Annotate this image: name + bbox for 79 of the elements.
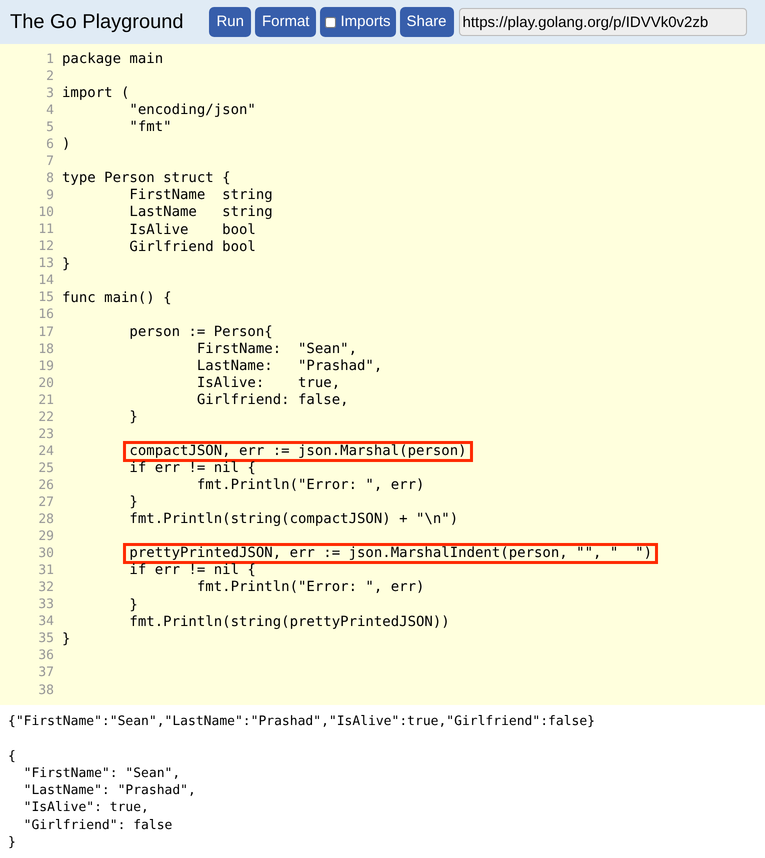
line-number: 12 bbox=[37, 238, 55, 256]
code-editor[interactable] bbox=[0, 44, 765, 705]
code-line: } bbox=[128, 408, 139, 428]
line-number: 23 bbox=[37, 426, 55, 444]
code-line: Girlfriend bool bbox=[128, 238, 257, 257]
line-number: 28 bbox=[37, 511, 55, 530]
output-line: "LastName": "Prashad", bbox=[22, 782, 196, 800]
line-number: 10 bbox=[37, 204, 55, 222]
line-number: 30 bbox=[37, 545, 55, 564]
code-line: person := Person{ bbox=[128, 322, 274, 342]
toolbar-button[interactable]: Run bbox=[209, 7, 251, 37]
line-number: 17 bbox=[37, 324, 55, 342]
code-line: import ( bbox=[61, 84, 130, 104]
code-line: } bbox=[61, 630, 72, 649]
code-line: func main() { bbox=[61, 288, 173, 308]
line-number: 25 bbox=[37, 460, 55, 478]
line-number: 14 bbox=[37, 272, 55, 290]
line-number: 15 bbox=[37, 289, 55, 308]
line-number: 1 bbox=[45, 50, 55, 69]
code-line: FirstName: "Sean", bbox=[196, 340, 358, 359]
line-number: 7 bbox=[45, 153, 55, 172]
line-number: 18 bbox=[37, 340, 55, 359]
imports-checkbox[interactable] bbox=[325, 16, 336, 28]
line-number: 35 bbox=[37, 630, 55, 648]
line-number: 34 bbox=[37, 613, 55, 632]
line-number: 4 bbox=[45, 102, 55, 120]
line-number: 21 bbox=[37, 392, 55, 410]
output-line: { bbox=[8, 748, 16, 766]
line-number: 22 bbox=[37, 408, 55, 427]
code-line: fmt.Println("Error: ", err) bbox=[196, 476, 426, 496]
code-line: IsAlive: true, bbox=[196, 374, 342, 393]
line-number: 5 bbox=[45, 118, 55, 137]
output-line: } bbox=[8, 834, 16, 852]
code-line: "fmt" bbox=[128, 118, 173, 138]
code-line: fmt.Println(string(prettyPrintedJSON)) bbox=[128, 612, 451, 632]
line-number: 2 bbox=[45, 68, 55, 86]
line-number: 19 bbox=[37, 358, 55, 376]
share-url-field[interactable]: https://play.golang.org/p/IDVVk0v2zb bbox=[458, 8, 747, 36]
code-line: LastName: "Prashad", bbox=[196, 356, 384, 376]
line-number: 6 bbox=[45, 136, 55, 154]
line-number: 3 bbox=[45, 84, 55, 103]
toolbar-button[interactable]: Share bbox=[400, 7, 454, 37]
code-line: LastName string bbox=[128, 203, 274, 222]
code-line: fmt.Println(string(compactJSON) + "\n") bbox=[128, 510, 460, 530]
line-number: 32 bbox=[37, 579, 55, 598]
line-number: 20 bbox=[37, 374, 55, 393]
code-line: } bbox=[61, 254, 72, 274]
line-number: 8 bbox=[45, 170, 55, 188]
output-line: {"FirstName":"Sean","LastName":"Prashad","IsAlive":true,"Girlfriend":false} bbox=[8, 712, 595, 731]
line-number: 31 bbox=[37, 562, 55, 580]
line-number: 9 bbox=[45, 187, 55, 206]
output-line: "IsAlive": true, bbox=[22, 799, 149, 818]
line-number: 29 bbox=[37, 528, 55, 546]
line-number: 11 bbox=[37, 221, 55, 240]
app-title: The Go Playground bbox=[10, 10, 184, 35]
line-number: 36 bbox=[37, 647, 55, 666]
line-number: 37 bbox=[37, 664, 55, 682]
imports-toggle[interactable]: Imports bbox=[320, 7, 396, 37]
code-line: } bbox=[128, 493, 139, 512]
line-number: 27 bbox=[37, 494, 55, 512]
line-number: 13 bbox=[37, 255, 55, 274]
line-number: 38 bbox=[37, 682, 55, 700]
toolbar-button[interactable]: Format bbox=[254, 7, 316, 37]
code-line: } bbox=[128, 596, 139, 615]
code-line: ) bbox=[61, 135, 72, 154]
line-number: 16 bbox=[37, 306, 55, 324]
code-line: package main bbox=[61, 50, 164, 70]
line-number: 26 bbox=[37, 476, 55, 495]
code-line: type Person struct { bbox=[61, 169, 232, 188]
imports-label: Imports bbox=[340, 12, 390, 32]
code-line: FirstName string bbox=[128, 186, 274, 205]
code-line: Girlfriend: false, bbox=[196, 390, 350, 410]
code-line: fmt.Println("Error: ", err) bbox=[196, 578, 426, 598]
line-number: 24 bbox=[37, 442, 55, 461]
output-line: "Girlfriend": false bbox=[22, 816, 172, 835]
output-line: "FirstName": "Sean", bbox=[22, 764, 180, 783]
line-number: 33 bbox=[37, 596, 55, 614]
code-line: "encoding/json" bbox=[128, 101, 257, 120]
code-line: IsAlive bool bbox=[128, 220, 257, 240]
